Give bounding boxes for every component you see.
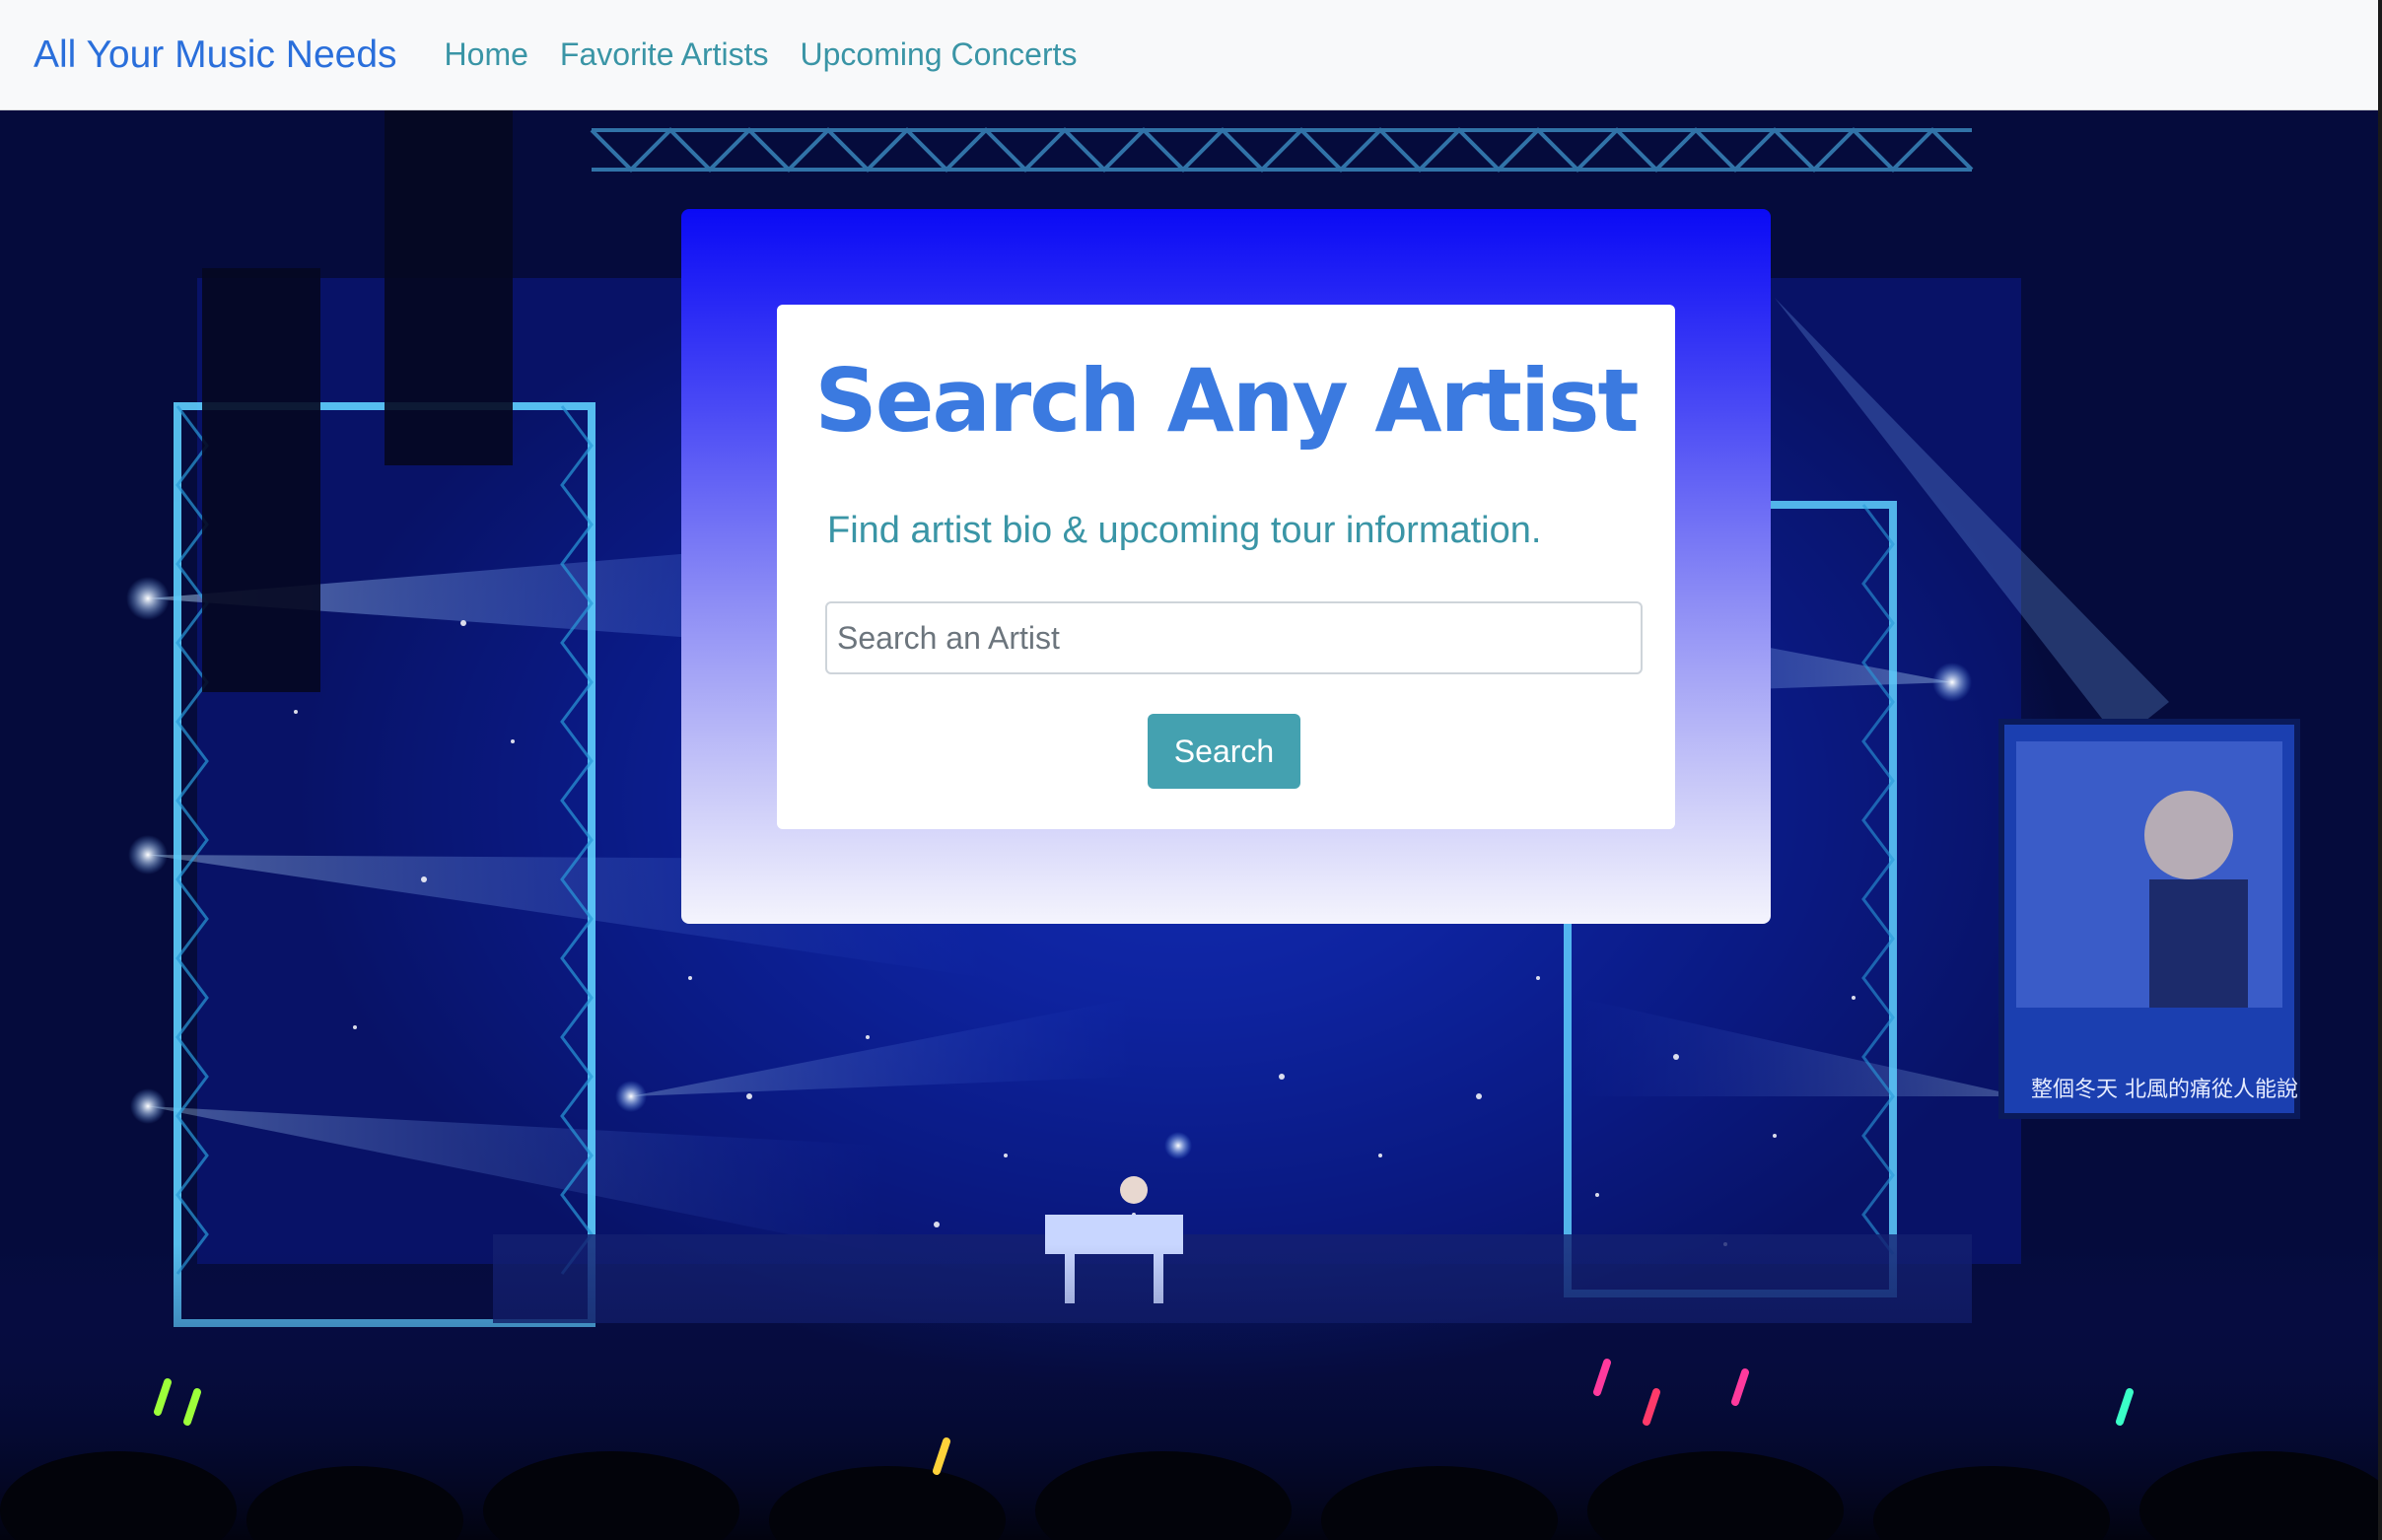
screen-caption: 整個冬天 北風的痛從人能說	[2031, 1078, 2298, 1102]
window-edge	[2378, 0, 2382, 1540]
top-navbar: All Your Music Needs Home Favorite Artis…	[0, 0, 2382, 110]
search-subtitle: Find artist bio & upcoming tour informat…	[827, 510, 1542, 551]
search-card-container: Search Any Artist Find artist bio & upco…	[681, 209, 1771, 924]
search-button[interactable]: Search	[1148, 714, 1300, 789]
nav-link-home[interactable]: Home	[445, 36, 528, 73]
search-title: Search Any Artist	[814, 350, 1639, 452]
brand-link[interactable]: All Your Music Needs	[34, 34, 397, 77]
nav-link-favorite-artists[interactable]: Favorite Artists	[560, 36, 769, 73]
artist-search-input[interactable]	[825, 601, 1643, 674]
nav-link-upcoming-concerts[interactable]: Upcoming Concerts	[801, 36, 1078, 73]
page: All Your Music Needs Home Favorite Artis…	[0, 0, 2382, 1540]
search-card: Search Any Artist Find artist bio & upco…	[777, 305, 1675, 829]
